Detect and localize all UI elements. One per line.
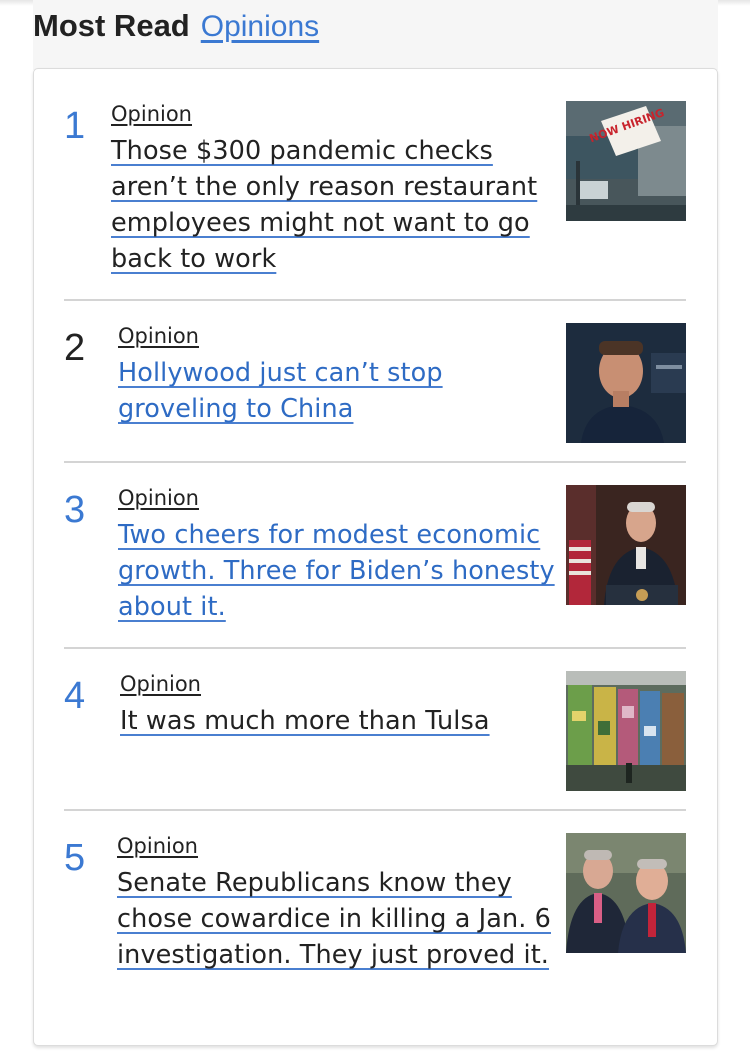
mural-wall-image [566,671,686,791]
item-divider [64,809,686,811]
article-thumbnail[interactable] [566,671,686,791]
now-hiring-sign-image: NOW HIRING [566,101,686,221]
list-item[interactable]: 5 Opinion Senate Republicans know they c… [64,833,687,1033]
article-text: Opinion Those $300 pandemic checks aren’… [111,101,551,277]
article-thumbnail[interactable]: NOW HIRING [566,101,686,221]
item-divider [64,299,686,301]
article-text: Opinion It was much more than Tulsa [120,671,560,739]
rank-number: 3 [64,489,86,531]
article-headline-link[interactable]: Two cheers for modest economic growth. T… [118,517,558,625]
article-text: Opinion Senate Republicans know they cho… [117,833,557,973]
opinion-kicker-link[interactable]: Opinion [118,485,199,511]
list-item[interactable]: 4 Opinion It was much more than Tulsa [64,671,687,811]
list-item[interactable]: 1 Opinion Those $300 pandemic checks are… [64,101,687,307]
president-podium-image [566,485,686,605]
rank-number: 5 [64,837,86,879]
module-title: Most Read [33,8,190,43]
article-headline-link[interactable]: Hollywood just can’t stop groveling to C… [118,355,558,427]
opinion-kicker-link[interactable]: Opinion [120,671,201,697]
actor-portrait-image [566,323,686,443]
article-thumbnail[interactable] [566,323,686,443]
opinions-section-link[interactable]: Opinions [201,10,319,44]
rank-number: 4 [64,675,86,717]
most-read-page: Most Read Opinions 1 Opinion Those $300 … [0,0,750,1060]
senators-image [566,833,686,953]
rank-number: 1 [64,105,86,147]
opinion-kicker-link[interactable]: Opinion [117,833,198,859]
article-text: Opinion Hollywood just can’t stop grovel… [118,323,558,427]
item-divider [64,647,686,649]
article-thumbnail[interactable] [566,833,686,953]
opinion-kicker-link[interactable]: Opinion [111,101,192,127]
article-headline-link[interactable]: Senate Republicans know they chose cowar… [117,865,557,973]
article-thumbnail[interactable] [566,485,686,605]
article-headline-link[interactable]: It was much more than Tulsa [120,703,560,739]
article-text: Opinion Two cheers for modest economic g… [118,485,558,625]
module-header: Most Read Opinions [33,8,319,48]
list-item[interactable]: 2 Opinion Hollywood just can’t stop grov… [64,323,687,463]
opinion-kicker-link[interactable]: Opinion [118,323,199,349]
list-item[interactable]: 3 Opinion Two cheers for modest economic… [64,485,687,655]
most-read-card: 1 Opinion Those $300 pandemic checks are… [33,68,718,1046]
rank-number: 2 [64,327,86,369]
article-headline-link[interactable]: Those $300 pandemic checks aren’t the on… [111,133,551,277]
item-divider [64,461,686,463]
